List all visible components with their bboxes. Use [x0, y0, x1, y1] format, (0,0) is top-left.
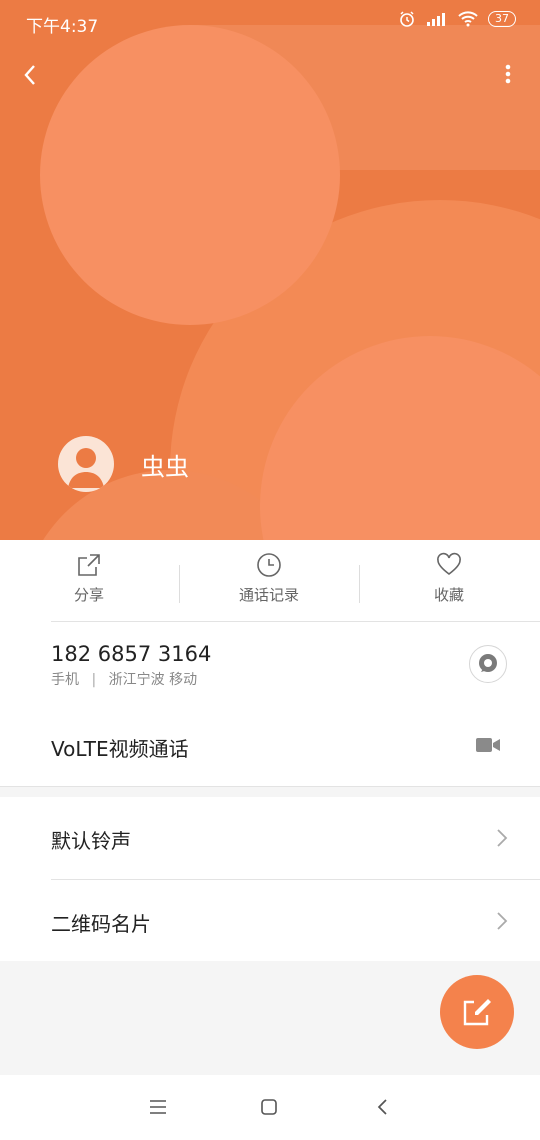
phone-type: 手机 [51, 672, 79, 688]
favorite-button[interactable]: 收藏 [389, 552, 509, 605]
more-options-button[interactable] [496, 60, 520, 90]
back-button[interactable] [18, 60, 48, 90]
favorite-label: 收藏 [433, 586, 464, 604]
signal-icon [427, 13, 445, 26]
qr-card-row[interactable]: 二维码名片 [51, 908, 151, 937]
phone-separator: | [91, 672, 97, 688]
share-label: 分享 [73, 586, 104, 604]
contact-name: 虫虫 [141, 453, 189, 481]
clock-icon [257, 553, 281, 577]
chevron-right-icon [497, 912, 508, 930]
person-icon [68, 448, 104, 488]
status-bar: 下午4:37 37 [0, 0, 540, 44]
share-button[interactable]: 分享 [29, 552, 149, 605]
back-icon[interactable] [376, 1097, 390, 1117]
divider [51, 879, 540, 880]
divider [179, 565, 180, 603]
wifi-icon [458, 11, 478, 27]
avatar[interactable] [58, 436, 114, 492]
divider [359, 565, 360, 603]
share-icon [78, 554, 100, 576]
edit-button[interactable] [440, 975, 514, 1049]
message-button[interactable] [469, 645, 507, 683]
phone-location: 浙江宁波 移动 [108, 672, 198, 688]
alarm-icon [400, 11, 414, 27]
menu-icon[interactable] [148, 1099, 168, 1115]
volte-video-call[interactable]: VoLTE视频通话 [51, 733, 189, 762]
phone-subtitle: 手机 | 浙江宁波 移动 [51, 669, 197, 689]
phone-number[interactable]: 182 6857 3164 [51, 642, 211, 666]
home-icon[interactable] [260, 1098, 278, 1116]
call-history-label: 通话记录 [238, 586, 299, 604]
heart-icon [437, 552, 461, 576]
ringtone-row[interactable]: 默认铃声 [51, 825, 131, 854]
call-history-button[interactable]: 通话记录 [209, 552, 329, 605]
video-call-icon[interactable] [475, 735, 501, 755]
battery-indicator: 37 [488, 11, 516, 27]
chevron-right-icon [497, 829, 508, 847]
divider [0, 786, 540, 787]
navigation-bar [0, 1075, 540, 1140]
edit-icon [463, 999, 491, 1026]
decor-shape [40, 25, 340, 325]
status-time: 下午4:37 [26, 17, 99, 37]
message-icon [479, 654, 497, 672]
